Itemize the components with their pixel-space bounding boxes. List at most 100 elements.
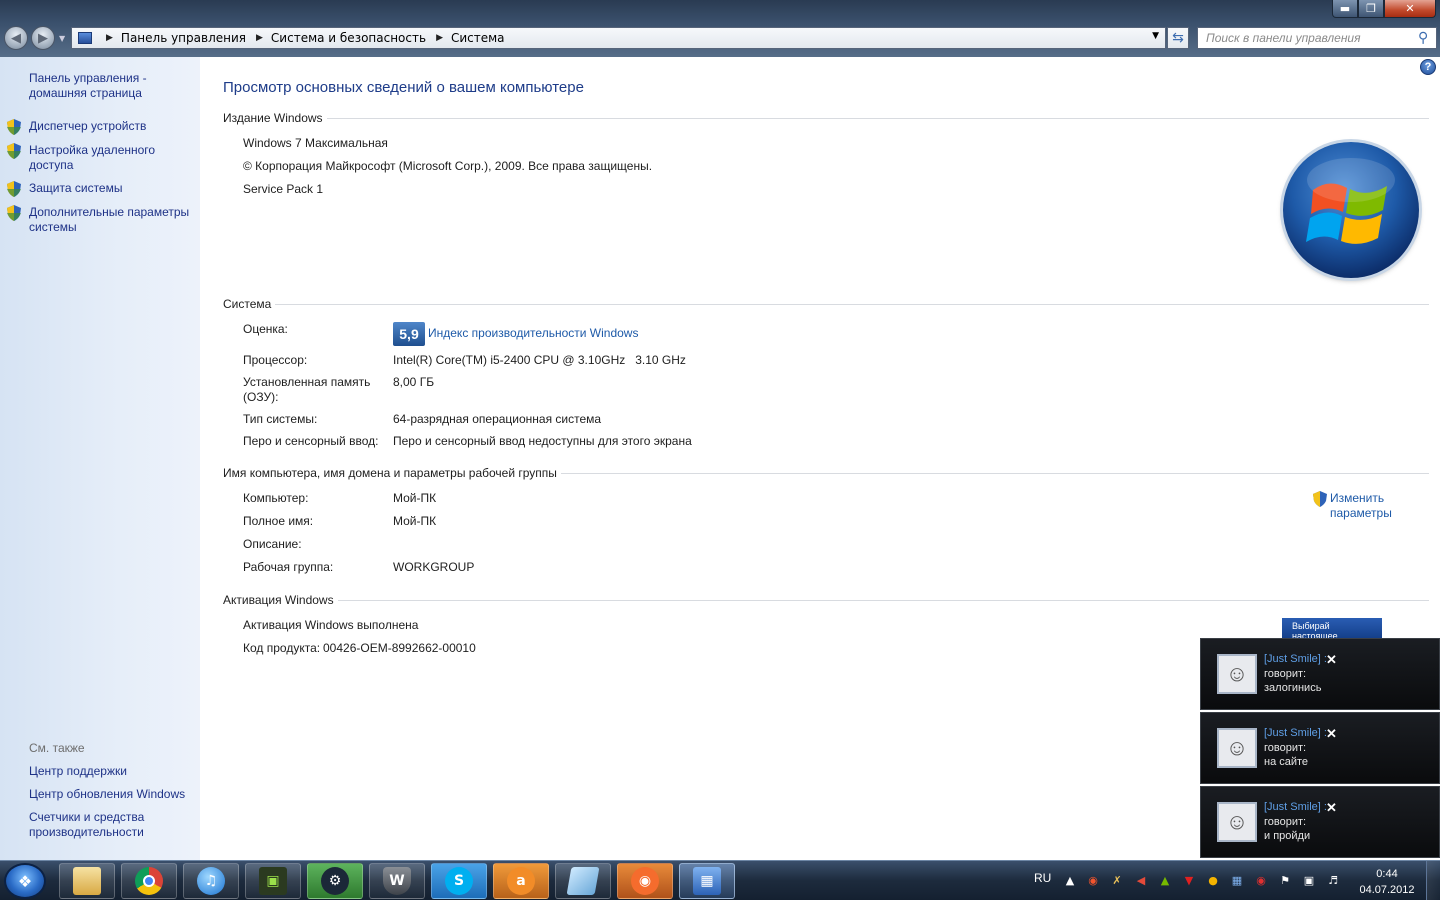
tool-tray-icon[interactable]: ✗ [1110,873,1124,887]
chrome-tray-icon[interactable]: ● [1206,873,1220,887]
game-icon: ▣ [259,867,287,895]
change-settings-link[interactable]: Изменить параметры [1330,491,1405,521]
network-tray-icon[interactable]: ▣ [1302,873,1316,887]
breadcrumb-control-panel[interactable]: Панель управления [121,31,246,45]
chat-notification[interactable]: ☺ [Just Smile] : ✕ говорит: на сайте [1200,712,1440,784]
avatar: ☺ [1217,654,1257,694]
taskbar-game[interactable]: ▣ [245,863,301,899]
action-center-flag-icon[interactable]: ⚑ [1278,873,1292,887]
speaker-tray-icon[interactable]: ◀ [1134,873,1148,887]
search-icon[interactable]: ⚲ [1418,30,1428,46]
sidebar-item-performance[interactable]: Счетчики и средства производительности [29,810,169,840]
search-input[interactable] [1197,27,1437,49]
rating-label: Оценка: [243,322,288,336]
window-controls: ▬ ❐ ✕ [1332,0,1436,19]
volume-tray-icon[interactable]: ♬ [1326,873,1340,887]
maximize-button[interactable]: ❐ [1358,0,1384,18]
help-icon: ? [1424,61,1432,73]
uac-shield-icon [7,119,21,135]
taskbar-origin[interactable]: ◉ [617,863,673,899]
antivirus-tray-icon[interactable]: ▼ [1182,873,1196,887]
explorer-icon [73,867,101,895]
notification-message: залогинись [1264,682,1322,694]
taskbar: ❖ ♫ ▣ ⚙ W S a ◉ ▦ RU ▲ ◉ ✗ ◀ ▲ ▼ ● ▦ ◉ ⚑… [0,860,1440,900]
forward-button[interactable]: ▶ [31,26,55,50]
show-hidden-icons[interactable]: ▲ [1063,873,1077,887]
breadcrumb-separator-icon[interactable]: ▶ [436,33,443,43]
edition-name: Windows 7 Максимальная [243,136,388,150]
refresh-button[interactable]: ⇆ [1167,27,1189,49]
taskbar-skype[interactable]: S [431,863,487,899]
taskbar-notepad[interactable] [555,863,611,899]
sidebar-item-system-protection[interactable]: Защита системы [29,181,194,196]
section-heading: Активация Windows [223,593,334,607]
itunes-icon: ♫ [197,867,225,895]
back-button[interactable]: ◀ [4,26,28,50]
address-bar[interactable]: ▶ Панель управления ▶ Система и безопасн… [71,27,1166,49]
app-tray-icon[interactable]: ◉ [1254,873,1268,887]
origin-tray-icon[interactable]: ◉ [1086,873,1100,887]
language-indicator[interactable]: RU [1034,871,1051,885]
chat-notification[interactable]: ☺ [Just Smile] : ✕ говорит: залогинись [1200,638,1440,710]
full-name-label: Полное имя: [243,514,314,528]
recent-pages-dropdown[interactable]: ▼ [59,34,65,43]
see-also-heading: См. также [29,741,85,755]
section-system: Система [223,297,1429,311]
chat-notification[interactable]: ☺ [Just Smile] : ✕ говорит: и пройди [1200,786,1440,858]
sidebar-item-action-center[interactable]: Центр поддержки [29,764,194,779]
divider [326,117,1429,119]
arrow-left-icon: ◀ [11,30,21,46]
address-dropdown-icon[interactable]: ▼ [1152,31,1159,41]
nvidia-tray-icon[interactable]: ▲ [1158,873,1172,887]
breadcrumb-separator-icon[interactable]: ▶ [106,33,113,43]
pen-label: Перо и сенсорный ввод: [243,434,379,448]
sidebar-item-advanced-settings[interactable]: Дополнительные параметры системы [29,205,197,235]
minimize-button[interactable]: ▬ [1332,0,1358,18]
taskbar-itunes[interactable]: ♫ [183,863,239,899]
taskbar-control-panel[interactable]: ▦ [679,863,735,899]
divider [560,472,1429,474]
notification-sender: [Just Smile] : [1264,653,1327,665]
sidebar-item-remote-access[interactable]: Настройка удаленного доступа [29,143,164,173]
taskbar-world-of-tanks[interactable]: W [369,863,425,899]
close-icon[interactable]: ✕ [1326,652,1337,668]
workgroup-value: WORKGROUP [393,560,475,574]
notification-says: говорит: [1264,816,1307,828]
ram-value: 8,00 ГБ [393,375,435,389]
sidebar-item-windows-update[interactable]: Центр обновления Windows [29,787,194,802]
notification-message: и пройди [1264,830,1311,842]
close-icon[interactable]: ✕ [1326,800,1337,816]
taskbar-chrome[interactable] [121,863,177,899]
taskbar-explorer[interactable] [59,863,115,899]
edition-copyright: © Корпорация Майкрософт (Microsoft Corp.… [243,159,653,173]
genuine-banner[interactable]: Выбирай настоящее [1282,618,1382,640]
device-tray-icon[interactable]: ▦ [1230,873,1244,887]
windows-logo [1283,142,1419,278]
performance-index-badge[interactable]: 5,9 [393,322,425,346]
notification-message: на сайте [1264,756,1309,768]
close-icon[interactable]: ✕ [1326,726,1337,742]
sidebar-home-link[interactable]: Панель управления - домашняя страница [29,71,189,101]
sidebar-item-device-manager[interactable]: Диспетчер устройств [29,119,194,134]
performance-index-link[interactable]: Индекс производительности Windows [428,326,638,341]
taskbar-steam[interactable]: ⚙ [307,863,363,899]
control-panel-icon [78,32,92,44]
sidebar: Панель управления - домашняя страница Ди… [0,57,200,860]
divider [275,303,1429,305]
close-button[interactable]: ✕ [1384,0,1436,18]
steam-icon: ⚙ [321,867,349,895]
taskbar-clock[interactable]: 0:44 04.07.2012 [1352,866,1422,898]
start-button[interactable]: ❖ [4,863,46,899]
clock-date: 04.07.2012 [1359,884,1415,896]
section-heading: Издание Windows [223,111,323,125]
taskbar-avast[interactable]: a [493,863,549,899]
help-button[interactable]: ? [1420,59,1436,75]
show-desktop-button[interactable] [1426,861,1440,900]
breadcrumb-separator-icon[interactable]: ▶ [256,33,263,43]
breadcrumb-system-security[interactable]: Система и безопасность [271,31,426,45]
skype-icon: S [445,867,473,895]
product-key-label: Код продукта: [243,641,321,655]
cpu-value: Intel(R) Core(TM) i5-2400 CPU @ 3.10GHz … [393,353,686,367]
breadcrumb-system[interactable]: Система [451,31,505,45]
uac-shield-icon [7,205,21,221]
